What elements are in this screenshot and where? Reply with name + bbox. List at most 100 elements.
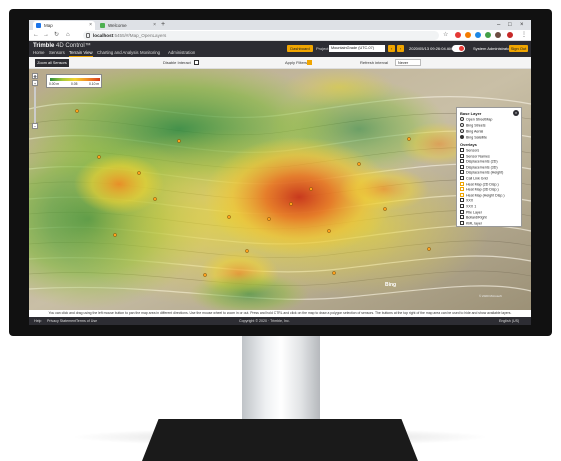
menu-monitoring[interactable]: Monitoring [140, 50, 160, 56]
overlay-option[interactable]: Heat Map (3D Disp.) [460, 187, 499, 192]
map-navigation-controls: ✥ + − [32, 73, 38, 130]
base-layer-option[interactable]: Bing Streets [460, 123, 486, 128]
project-prev-button[interactable]: ‹ [388, 45, 395, 52]
forward-icon[interactable]: → [43, 31, 49, 40]
checkbox-icon[interactable] [460, 209, 464, 214]
checkbox-icon[interactable] [460, 176, 464, 180]
legend-tick-max: 0.10 m [89, 82, 100, 86]
map-canvas[interactable]: ✥ + − 0.00 m 0.05 0.10 m × Base Layer Op… [29, 69, 531, 310]
checkbox-icon[interactable] [460, 153, 464, 158]
overlay-option[interactable]: Sensor Names [460, 153, 490, 159]
browser-menu-icon[interactable]: ⋮ [521, 31, 527, 40]
extension-icon[interactable] [465, 32, 471, 38]
apply-filters-label: Apply Filters [285, 60, 308, 65]
close-layers-icon[interactable]: × [513, 110, 519, 116]
extension-icon[interactable] [455, 32, 461, 38]
checkbox-icon[interactable] [460, 204, 464, 208]
minimize-icon[interactable]: – [497, 20, 500, 30]
browser-tab-map[interactable]: Map × [33, 21, 95, 30]
browser-tab-welcome[interactable]: Welcome × [97, 21, 159, 30]
star-icon[interactable]: ☆ [443, 31, 448, 40]
new-tab-icon[interactable]: + [161, 20, 165, 30]
apply-filters-checkbox[interactable] [307, 60, 312, 65]
terms-link[interactable]: Terms of Use [76, 317, 97, 325]
zoom-all-sensors-button[interactable]: Zoom all Sensors [35, 59, 69, 67]
overlay-option[interactable]: XXX [460, 198, 473, 203]
checkbox-icon[interactable] [460, 198, 464, 203]
close-tab-icon[interactable]: × [89, 21, 92, 30]
overlay-option[interactable]: Displacements (Height) [460, 170, 503, 175]
checkbox-icon[interactable] [460, 148, 464, 152]
menu-home[interactable]: Home [33, 50, 44, 56]
close-tab-icon[interactable]: × [153, 21, 156, 30]
overlay-label: XXX 1 [466, 204, 477, 209]
checkbox-icon[interactable] [460, 187, 464, 192]
base-layer-option[interactable]: Open StreetMap [460, 117, 492, 122]
reload-icon[interactable]: ↻ [54, 31, 59, 40]
profile-icon[interactable] [507, 32, 513, 38]
zoom-in-button[interactable]: + [32, 80, 38, 86]
overlay-option[interactable]: Bollard/Right [460, 215, 487, 220]
live-toggle[interactable] [452, 45, 465, 52]
project-select[interactable]: MountainGrade (UTC-07) [329, 45, 385, 52]
extension-icon[interactable] [495, 32, 501, 38]
disable-interact-checkbox[interactable] [194, 60, 199, 65]
close-window-icon[interactable]: × [520, 20, 524, 30]
project-next-button[interactable]: › [397, 45, 404, 52]
radio-icon[interactable] [460, 123, 464, 127]
extension-icon[interactable] [475, 32, 481, 38]
checkbox-icon[interactable] [460, 215, 464, 220]
menu-sensors[interactable]: Sensors [49, 50, 65, 56]
help-link[interactable]: Help [34, 317, 41, 325]
overlay-option[interactable]: Pile Layer [460, 209, 482, 215]
url-input[interactable]: localhost:5455/#/Map_OpenLayers [83, 31, 439, 40]
overlay-option[interactable]: KML layer [460, 220, 482, 226]
app-logo: Trimble 4D Control™ [33, 43, 91, 50]
dashboard-button[interactable]: Dashboard [287, 45, 313, 52]
menu-terrain-view[interactable]: Terrain View [69, 50, 93, 57]
zoom-slider[interactable] [34, 87, 36, 123]
home-icon[interactable]: ⌂ [66, 31, 70, 40]
map-copyright: © 2020 Microsoft [479, 294, 502, 298]
screen: Map × Welcome × + – □ × ← → ↻ ⌂ localhos… [29, 20, 531, 325]
extension-icon[interactable] [485, 32, 491, 38]
zoom-out-button[interactable]: − [32, 123, 38, 129]
menu-administration[interactable]: Administration [168, 50, 195, 56]
overlay-label: Pile Layer [466, 210, 482, 215]
overlay-option[interactable]: Heat Map (Height Disp.) [460, 192, 505, 198]
overlay-option[interactable]: Displacements (3D) [460, 164, 498, 170]
sign-out-button[interactable]: Sign Out [509, 45, 528, 52]
pan-control-icon[interactable]: ✥ [32, 73, 38, 79]
browser-addressbar: ← → ↻ ⌂ localhost:5455/#/Map_OpenLayers … [29, 30, 531, 41]
layers-panel: × Base Layer Open StreetMap Bing Streets B… [456, 107, 522, 227]
checkbox-icon[interactable] [460, 181, 464, 186]
menu-charting-analysis[interactable]: Charting and Analysis [97, 50, 139, 56]
overlay-option[interactable]: Displacements (2D) [460, 159, 498, 164]
overlay-option[interactable]: Call Link Grid [460, 176, 488, 181]
base-layer-option[interactable]: Bing Satellite [460, 135, 487, 140]
privacy-link[interactable]: Privacy Statement [47, 317, 76, 325]
base-layer-option[interactable]: Bing Aerial [460, 129, 483, 134]
radio-icon[interactable] [460, 129, 464, 133]
overlay-option[interactable]: Sensors [460, 148, 479, 153]
overlay-option[interactable]: XXX 1 [460, 204, 476, 209]
radio-icon[interactable] [460, 117, 464, 121]
language-selector[interactable]: English (US) [499, 317, 519, 325]
map-toolbar: Zoom all Sensors Disable Interact Apply … [29, 57, 531, 69]
checkbox-icon[interactable] [460, 220, 464, 225]
checkbox-icon[interactable] [460, 159, 464, 164]
overlay-label: XXX [466, 198, 474, 203]
radio-icon[interactable] [460, 135, 464, 139]
overlay-option[interactable]: Heat Map (2D Disp.) [460, 181, 499, 187]
maximize-icon[interactable]: □ [508, 20, 512, 30]
back-icon[interactable]: ← [33, 31, 39, 40]
overlay-label: Displacements (2D) [466, 159, 498, 164]
overlay-label: Sensor Names [466, 154, 490, 159]
checkbox-icon[interactable] [460, 192, 464, 197]
map-usage-hint: You can click and drag using the left mo… [29, 310, 531, 317]
checkbox-icon[interactable] [460, 164, 464, 169]
refresh-interval-select[interactable]: Never [395, 59, 421, 66]
refresh-interval-label: Refresh interval [360, 60, 389, 65]
info-icon[interactable] [86, 33, 90, 38]
checkbox-icon[interactable] [460, 170, 464, 175]
